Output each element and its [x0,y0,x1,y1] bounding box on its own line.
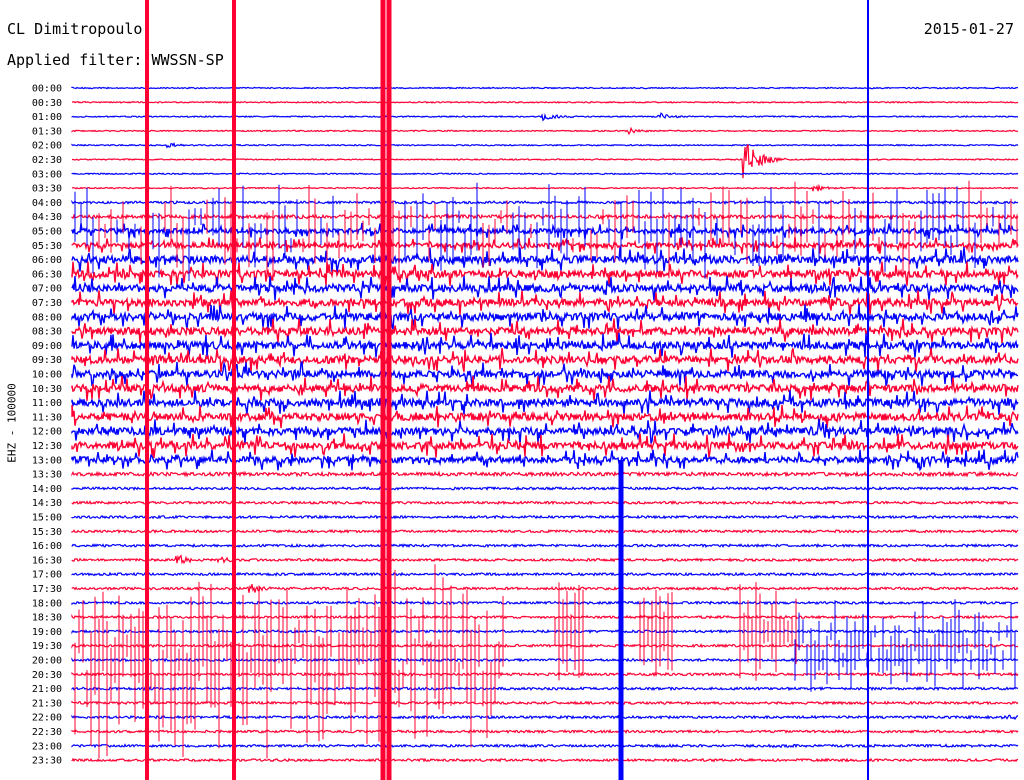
time-tick-label: 12:00 [32,427,62,438]
trace-row [71,528,1019,534]
trace-row [71,728,1019,735]
trace-row [71,100,1019,104]
time-tick-label: 08:00 [32,312,62,323]
trace-layer [71,86,1019,763]
time-tick-label: 22:00 [32,713,62,724]
time-tick-label: 21:30 [32,698,62,709]
time-tick-label: 17:00 [32,570,62,581]
time-tick-label: 15:00 [32,513,62,524]
trace-row [71,583,1019,593]
time-tick-label: 09:00 [32,341,62,352]
trace-row [71,237,1019,254]
time-tick-label: 19:00 [32,627,62,638]
time-tick-label: 15:30 [32,527,62,538]
time-tick-label: 00:30 [32,98,62,109]
time-tick-label: 16:30 [32,555,62,566]
trace-row [71,449,1019,472]
time-tick-label: 07:30 [32,298,62,309]
trace-row [71,261,1019,287]
trace-row [71,600,1019,606]
trace-row [71,685,1019,692]
time-tick-label: 23:30 [32,756,62,767]
time-tick-label: 04:00 [32,198,62,209]
time-tick-label: 06:30 [32,269,62,280]
time-tick-label: 03:00 [32,169,62,180]
trace-row [71,743,1019,749]
time-tick-label: 02:00 [32,141,62,152]
time-tick-label: 10:30 [32,384,62,395]
time-tick-label: 20:30 [32,670,62,681]
trace-row [71,571,1019,577]
trace-row [71,433,1019,459]
time-tick-label: 17:30 [32,584,62,595]
trace-row [71,183,1019,192]
trace-row [71,554,1019,565]
trace-row [71,332,1019,358]
trace-row [71,212,1019,221]
trace-row [71,671,1019,678]
time-tick-label: 03:30 [32,184,62,195]
time-tick-label: 20:00 [32,656,62,667]
time-tick-label: 07:00 [32,284,62,295]
trace-row [71,222,1019,240]
time-tick-label: 00:00 [32,84,62,95]
trace-row [71,360,1019,387]
time-tick-label: 22:30 [32,727,62,738]
trace-row [71,542,1019,549]
trace-row [71,514,1019,520]
time-tick-label: 16:00 [32,541,62,552]
trace-row [71,304,1019,330]
trace-row [71,757,1019,763]
time-tick-label: 05:00 [32,227,62,238]
trace-row [71,714,1019,721]
time-tick-label: 18:00 [32,598,62,609]
time-tick-label: 09:30 [32,355,62,366]
time-tick-label: 01:30 [32,126,62,137]
trace-row [71,470,1019,478]
trace-row [71,348,1019,373]
time-tick-label: 13:30 [32,470,62,481]
time-tick-label: 06:00 [32,255,62,266]
trace-row [71,172,1019,176]
time-tick-label: 02:30 [32,155,62,166]
trace-row [71,86,1019,90]
trace-row [71,485,1019,492]
time-tick-label: 21:00 [32,684,62,695]
trace-row [71,500,1019,506]
time-tick-label: 14:30 [32,498,62,509]
time-tick-label: 05:30 [32,241,62,252]
time-tick-label: 11:00 [32,398,62,409]
trace-row [71,141,1019,149]
trace-row [71,613,1019,620]
time-tick-label: 11:30 [32,412,62,423]
time-tick-label: 04:30 [32,212,62,223]
time-tick-label: 13:00 [32,455,62,466]
trace-row [71,112,1018,122]
time-tick-label: 01:00 [32,112,62,123]
trace-row [71,390,1019,416]
time-tick-label: 12:30 [32,441,62,452]
trace-row [71,126,1019,136]
trace-row [71,418,1019,444]
trace-row [71,318,1019,344]
time-tick-label: 08:30 [32,327,62,338]
time-tick-label: 23:00 [32,741,62,752]
trace-row [71,643,1019,649]
trace-row [71,247,1019,273]
trace-row [71,657,1019,663]
trace-row [71,700,1019,706]
helicorder-plot: 00:00 00:30 01:00 01:30 02:00 02:30 03:00 03:30… [32,0,1019,780]
time-tick-label: 14:00 [32,484,62,495]
time-tick-label: 10:00 [32,370,62,381]
trace-row [71,199,1019,205]
trace-row [71,628,1019,635]
time-axis: 00:00 00:30 01:00 01:30 02:00 02:30 03:00 03:30… [32,84,62,767]
time-tick-label: 18:30 [32,613,62,624]
time-tick-label: 19:30 [32,641,62,652]
